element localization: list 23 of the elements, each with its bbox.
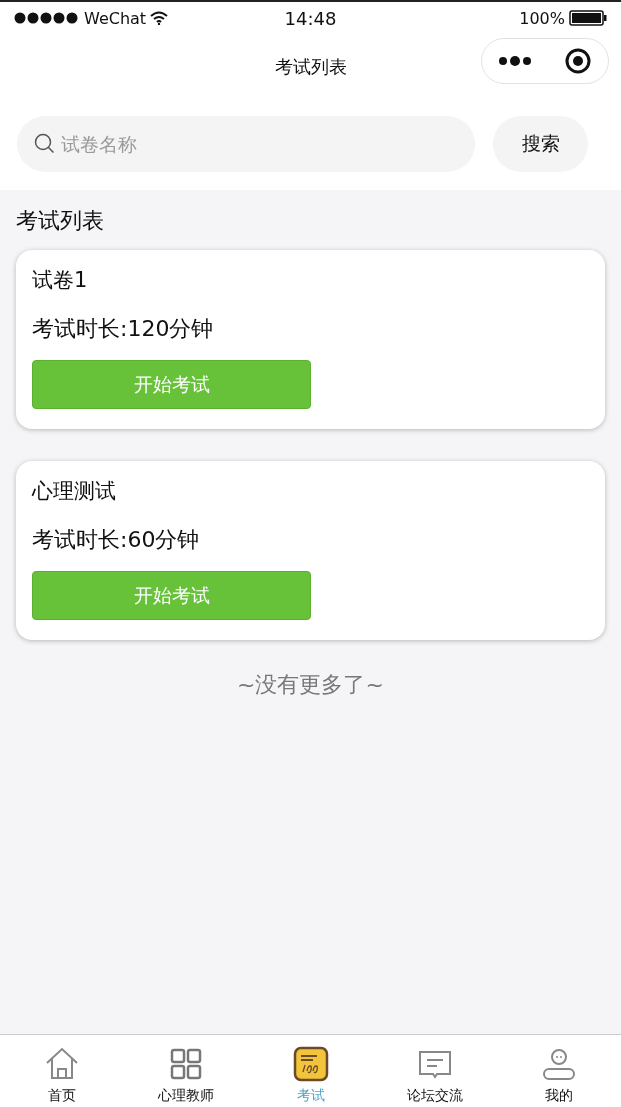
carrier-name: WeChat [84,8,147,28]
tab-item[interactable]: 论坛交流 [372,1035,497,1107]
tab-item[interactable]: 心理教师 [124,1035,249,1107]
end-of-list-note: ~没有更多了~ [236,671,385,699]
search-icon [34,133,56,155]
exam-name: 心理测试 [32,478,117,505]
exam-paper-icon [291,1045,330,1083]
search-button[interactable]: 搜索 [493,116,588,172]
close-target-icon[interactable] [564,47,592,75]
tab-item[interactable]: 首页 [0,1035,125,1107]
battery-percent: 100% [519,8,565,28]
signal-dots-icon [14,12,80,24]
search-field[interactable]: 试卷名称 [17,116,475,172]
clock-time: 14:48 [284,7,337,29]
section-title: 考试列表 [16,207,105,235]
page-title: 考试列表 [274,55,347,79]
tab-item[interactable]: 我的 [496,1035,621,1107]
exam-duration: 考试时长:60分钟 [32,526,201,554]
exam-duration: 考试时长:120分钟 [32,315,215,343]
wifi-icon [150,11,169,25]
exam-name: 试卷1 [32,267,89,294]
battery-icon [569,10,607,26]
more-icon[interactable] [498,55,532,67]
